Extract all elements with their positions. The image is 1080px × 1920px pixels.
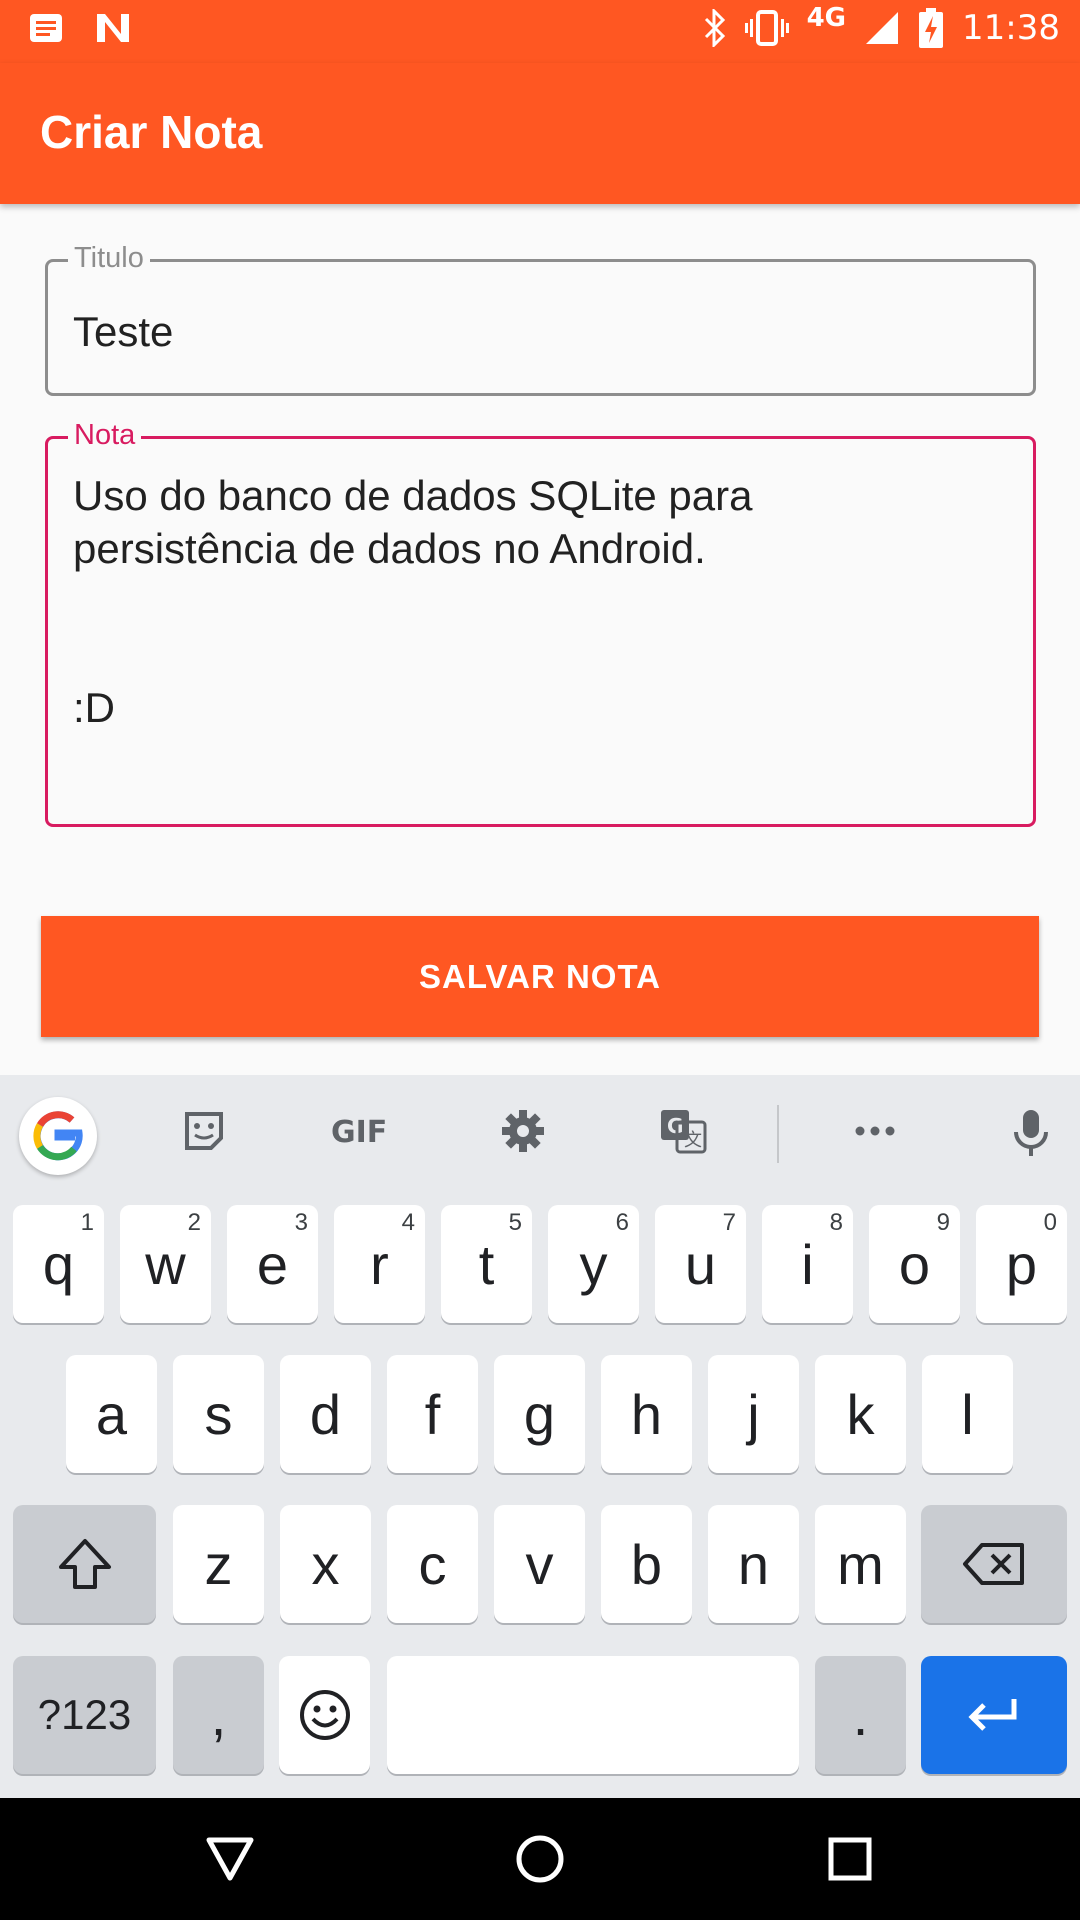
key-hint: 3 — [294, 1209, 308, 1236]
mic-icon[interactable] — [1008, 1108, 1054, 1158]
clock: 11:38 — [962, 8, 1060, 48]
shift-icon — [58, 1539, 111, 1589]
key-label: u — [684, 1232, 717, 1296]
key-label: o — [898, 1232, 931, 1296]
save-note-button[interactable]: SALVAR NOTA — [41, 916, 1039, 1037]
key-hint: 6 — [615, 1209, 629, 1236]
symbols-key[interactable]: ?123 — [13, 1656, 156, 1774]
signal-icon — [866, 12, 899, 44]
key-e[interactable]: 3e — [227, 1205, 318, 1323]
n-icon — [97, 14, 129, 42]
key-label: r — [370, 1232, 389, 1296]
home-icon[interactable] — [515, 1834, 565, 1884]
vibrate-icon — [744, 10, 789, 46]
key-f[interactable]: f — [387, 1355, 478, 1473]
svg-text:G: G — [667, 1114, 683, 1138]
key-label: i — [801, 1232, 814, 1296]
key-t[interactable]: 5t — [441, 1205, 532, 1323]
keyboard: GIF G 文 1 q 2 w 3 e 4 r 5 t 6 y 7 u 8 i … — [0, 1075, 1080, 1798]
backspace-icon — [963, 1543, 1024, 1585]
key-label: w — [145, 1232, 186, 1296]
key-hint: 9 — [936, 1209, 950, 1236]
note-field[interactable]: Nota Uso do banco de dados SQLite para p… — [45, 419, 1036, 827]
key-k[interactable]: k — [815, 1355, 906, 1473]
title-field-label: Titulo — [68, 242, 150, 275]
key-label: p — [1005, 1232, 1038, 1296]
emoji-key[interactable] — [279, 1656, 370, 1774]
status-bar: 4G 11:38 — [0, 0, 1080, 63]
bluetooth-icon — [704, 9, 725, 47]
settings-icon[interactable] — [500, 1108, 546, 1154]
key-v[interactable]: v — [494, 1505, 585, 1623]
page-title: Criar Nota — [40, 106, 263, 158]
key-x[interactable]: x — [280, 1505, 371, 1623]
key-b[interactable]: b — [601, 1505, 692, 1623]
key-h[interactable]: h — [601, 1355, 692, 1473]
navigation-bar — [0, 1798, 1080, 1920]
key-label: y — [579, 1232, 608, 1296]
notification-icon — [30, 14, 62, 42]
key-hint: 1 — [80, 1209, 94, 1236]
battery-charging-icon — [919, 8, 944, 48]
more-icon[interactable] — [852, 1108, 898, 1154]
key-y[interactable]: 6y — [548, 1205, 639, 1323]
svg-text:文: 文 — [684, 1130, 702, 1151]
sticker-icon[interactable] — [181, 1108, 227, 1154]
toolbar-divider — [777, 1105, 779, 1163]
key-label: e — [256, 1232, 289, 1296]
key-hint: 5 — [508, 1209, 522, 1236]
key-a[interactable]: a — [66, 1355, 157, 1473]
shift-key[interactable] — [13, 1505, 156, 1623]
key-label: q — [42, 1232, 75, 1296]
key-u[interactable]: 7u — [655, 1205, 746, 1323]
key-i[interactable]: 8i — [762, 1205, 853, 1323]
network-type: 4G — [806, 3, 847, 33]
key-hint: 0 — [1043, 1209, 1057, 1236]
backspace-key[interactable] — [921, 1505, 1067, 1623]
key-z[interactable]: z — [173, 1505, 264, 1623]
key-q[interactable]: 1q — [13, 1205, 104, 1323]
key-w[interactable]: 2w — [120, 1205, 211, 1323]
key-p[interactable]: 0p — [976, 1205, 1067, 1323]
keyboard-toolbar: GIF G 文 — [0, 1075, 1080, 1195]
key-g[interactable]: g — [494, 1355, 585, 1473]
emoji-icon — [299, 1690, 350, 1740]
gif-icon[interactable]: GIF — [331, 1115, 387, 1150]
google-icon — [33, 1111, 83, 1161]
key-hint: 4 — [401, 1209, 415, 1236]
enter-icon — [968, 1699, 1017, 1731]
back-icon[interactable] — [205, 1836, 255, 1882]
note-field-label: Nota — [68, 419, 142, 452]
space-key[interactable] — [387, 1656, 799, 1774]
key-hint: 8 — [829, 1209, 843, 1236]
key-r[interactable]: 4r — [334, 1205, 425, 1323]
title-field-value[interactable]: Teste — [73, 308, 173, 356]
key-m[interactable]: m — [815, 1505, 906, 1623]
period-key[interactable]: . — [815, 1656, 906, 1774]
key-hint: 2 — [187, 1209, 201, 1236]
key-n[interactable]: n — [708, 1505, 799, 1623]
title-field[interactable]: Titulo Teste — [45, 242, 1036, 396]
app-bar: Criar Nota — [0, 63, 1080, 204]
enter-key[interactable] — [921, 1656, 1067, 1774]
comma-key[interactable]: , — [173, 1656, 264, 1774]
key-s[interactable]: s — [173, 1355, 264, 1473]
key-j[interactable]: j — [708, 1355, 799, 1473]
key-hint: 7 — [722, 1209, 736, 1236]
translate-icon[interactable]: G 文 — [659, 1108, 707, 1154]
key-o[interactable]: 9o — [869, 1205, 960, 1323]
note-field-value[interactable]: Uso do banco de dados SQLite para persis… — [73, 469, 973, 734]
google-button[interactable] — [19, 1097, 97, 1175]
recents-icon[interactable] — [827, 1836, 873, 1882]
key-label: t — [478, 1232, 495, 1296]
key-l[interactable]: l — [922, 1355, 1013, 1473]
key-d[interactable]: d — [280, 1355, 371, 1473]
key-c[interactable]: c — [387, 1505, 478, 1623]
